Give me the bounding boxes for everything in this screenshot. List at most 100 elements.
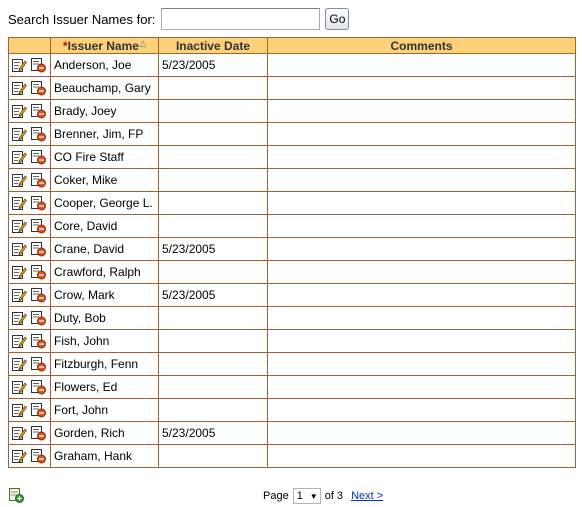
- comments-cell: [267, 237, 576, 261]
- issuer-name-cell: Crow, Mark: [50, 283, 159, 307]
- comments-cell: [267, 283, 576, 307]
- issuer-name-cell: Flowers, Ed: [50, 375, 159, 399]
- inactive-date-cell: [158, 191, 268, 215]
- edit-icon[interactable]: [11, 241, 27, 257]
- row-actions: [8, 122, 51, 146]
- page-label: Page: [263, 490, 289, 502]
- delete-icon[interactable]: [30, 425, 47, 441]
- delete-icon[interactable]: [30, 448, 47, 464]
- delete-icon[interactable]: [30, 310, 47, 326]
- inactive-date-column-header[interactable]: Inactive Date: [158, 37, 268, 54]
- inactive-date-cell: [158, 329, 268, 353]
- edit-icon[interactable]: [11, 57, 27, 73]
- inactive-date-cell: 5/23/2005: [158, 237, 268, 261]
- edit-icon[interactable]: [11, 80, 27, 96]
- delete-icon[interactable]: [30, 149, 47, 165]
- edit-icon[interactable]: [11, 287, 27, 303]
- row-actions: [8, 99, 51, 123]
- edit-icon[interactable]: [11, 126, 27, 142]
- comments-cell: [267, 444, 576, 468]
- edit-icon[interactable]: [11, 333, 27, 349]
- comments-cell: [267, 145, 576, 169]
- table-row: Crawford, Ralph: [8, 260, 576, 284]
- table-row: Gorden, Rich 5/23/2005: [8, 421, 576, 445]
- row-actions: [8, 53, 51, 77]
- table-row: Graham, Hank: [8, 444, 576, 468]
- edit-icon[interactable]: [11, 264, 27, 280]
- issuer-name-cell: Anderson, Joe: [50, 53, 159, 77]
- row-actions: [8, 168, 51, 192]
- table-body: Anderson, Joe 5/23/2005 Beauchamp, Gary …: [8, 53, 576, 468]
- row-actions: [8, 191, 51, 215]
- edit-icon[interactable]: [11, 103, 27, 119]
- inactive-date-cell: [158, 375, 268, 399]
- inactive-date-cell: 5/23/2005: [158, 53, 268, 77]
- row-actions: [8, 214, 51, 238]
- delete-icon[interactable]: [30, 57, 47, 73]
- edit-icon[interactable]: [11, 172, 27, 188]
- edit-icon[interactable]: [11, 218, 27, 234]
- table-row: Fitzburgh, Fenn: [8, 352, 576, 376]
- issuer-name-cell: Crawford, Ralph: [50, 260, 159, 284]
- inactive-date-cell: [158, 99, 268, 123]
- delete-icon[interactable]: [30, 241, 47, 257]
- row-actions: [8, 76, 51, 100]
- comments-cell: [267, 306, 576, 330]
- table-row: CO Fire Staff: [8, 145, 576, 169]
- comments-column-header[interactable]: Comments: [267, 37, 576, 54]
- edit-icon[interactable]: [11, 149, 27, 165]
- comments-cell: [267, 53, 576, 77]
- delete-icon[interactable]: [30, 333, 47, 349]
- add-row-icon[interactable]: [8, 487, 24, 503]
- search-label: Search Issuer Names for:: [8, 11, 156, 27]
- comments-cell: [267, 122, 576, 146]
- comments-cell: [267, 191, 576, 215]
- table-row: Fish, John: [8, 329, 576, 353]
- delete-icon[interactable]: [30, 218, 47, 234]
- delete-icon[interactable]: [30, 379, 47, 395]
- issuer-table: *Issuer Name△ Inactive Date Comments And…: [8, 37, 576, 468]
- delete-icon[interactable]: [30, 264, 47, 280]
- table-row: Coker, Mike: [8, 168, 576, 192]
- edit-icon[interactable]: [11, 356, 27, 372]
- delete-icon[interactable]: [30, 103, 47, 119]
- issuer-name-cell: Duty, Bob: [50, 306, 159, 330]
- next-page-link[interactable]: Next >: [351, 490, 383, 502]
- table-row: Duty, Bob: [8, 306, 576, 330]
- inactive-date-cell: 5/23/2005: [158, 283, 268, 307]
- page-select[interactable]: 1 ▼: [292, 488, 321, 504]
- page-count: of 3: [324, 490, 344, 502]
- go-button[interactable]: Go: [325, 8, 350, 30]
- delete-icon[interactable]: [30, 287, 47, 303]
- table-row: Core, David: [8, 214, 576, 238]
- inactive-date-cell: [158, 398, 268, 422]
- comments-cell: [267, 352, 576, 376]
- comments-cell: [267, 375, 576, 399]
- comments-cell: [267, 214, 576, 238]
- search-input[interactable]: [161, 8, 321, 30]
- edit-icon[interactable]: [11, 195, 27, 211]
- row-actions: [8, 421, 51, 445]
- row-actions: [8, 260, 51, 284]
- edit-icon[interactable]: [11, 448, 27, 464]
- delete-icon[interactable]: [30, 126, 47, 142]
- edit-icon[interactable]: [11, 425, 27, 441]
- edit-icon[interactable]: [11, 402, 27, 418]
- issuer-name-column-header[interactable]: *Issuer Name△: [50, 37, 159, 54]
- table-row: Cooper, George L.: [8, 191, 576, 215]
- edit-icon[interactable]: [11, 379, 27, 395]
- issuer-name-cell: Cooper, George L.: [50, 191, 159, 215]
- issuer-name-cell: Crane, David: [50, 237, 159, 261]
- table-row: Fort, John: [8, 398, 576, 422]
- issuer-name-cell: Fitzburgh, Fenn: [50, 352, 159, 376]
- edit-icon[interactable]: [11, 310, 27, 326]
- issuer-name-cell: Brady, Joey: [50, 99, 159, 123]
- delete-icon[interactable]: [30, 80, 47, 96]
- issuer-name-cell: CO Fire Staff: [50, 145, 159, 169]
- delete-icon[interactable]: [30, 172, 47, 188]
- delete-icon[interactable]: [30, 195, 47, 211]
- inactive-date-cell: [158, 306, 268, 330]
- delete-icon[interactable]: [30, 356, 47, 372]
- delete-icon[interactable]: [30, 402, 47, 418]
- inactive-date-cell: [158, 352, 268, 376]
